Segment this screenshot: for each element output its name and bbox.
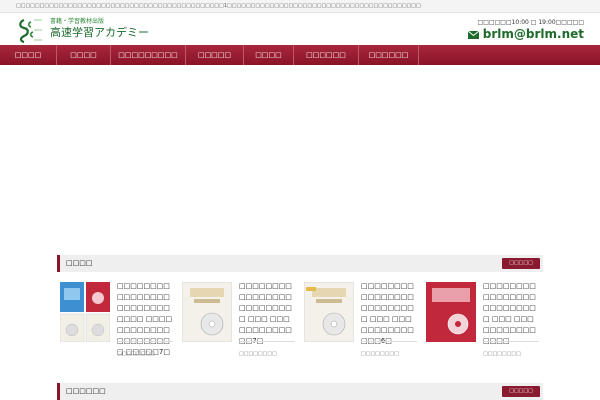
section-title: □□□□□□ bbox=[66, 387, 106, 395]
product-thumbnail[interactable] bbox=[304, 282, 354, 342]
product-date: □□□□□□□□ bbox=[361, 351, 399, 357]
email-link[interactable]: brlm@brlm.net bbox=[467, 27, 584, 42]
product-date: □□□□□□□□ bbox=[239, 351, 277, 357]
product-title[interactable]: □□□□□□□□□□□□□□□□□□□□□□□□□ □□□ □□□□□□□□□□… bbox=[483, 281, 539, 347]
divider bbox=[483, 341, 539, 342]
divider bbox=[361, 341, 417, 342]
nav-item-2[interactable]: □□□□ bbox=[57, 45, 111, 65]
product-title[interactable]: □□□□□□□□□□□□□□□□□□□□□□□□□ □□□ □□□□□□□□□□… bbox=[239, 281, 295, 347]
product-title[interactable]: □□□□□□□□□□□□□□□□□□□□□□□□□□□□ □□□□□□□□□□□… bbox=[117, 281, 173, 358]
contact-info: □□□□□□10:00 □ 19:00□□□□□ brlm@brlm.net bbox=[467, 18, 584, 42]
product-date: □□□□□□□□ bbox=[117, 351, 155, 357]
section-header: □□□□□□ □□□□□ bbox=[57, 383, 543, 400]
product-thumbnail[interactable] bbox=[182, 282, 232, 342]
section-title: □□□□ bbox=[66, 259, 93, 267]
brand-name[interactable]: 書籍・学習教材出版 高速学習アカデミー bbox=[50, 18, 149, 40]
nav-item-5[interactable]: □□□□ bbox=[244, 45, 294, 65]
more-button[interactable]: □□□□□ bbox=[502, 386, 540, 397]
email-address: brlm@brlm.net bbox=[482, 27, 584, 41]
brand-title: 高速学習アカデミー bbox=[50, 26, 149, 39]
top-notice-bar: □□□□□□□□□□□□□□□□□□□□□□□□□□□□□□□□□□□□□□□□… bbox=[0, 0, 600, 13]
nav-item-6[interactable]: □□□□□□ bbox=[294, 45, 359, 65]
nav-item-1[interactable]: □□□□ bbox=[0, 45, 57, 65]
envelope-icon bbox=[467, 30, 479, 39]
section-header: □□□□ □□□□□ bbox=[57, 255, 543, 272]
divider bbox=[239, 341, 295, 342]
product-card[interactable]: □□□□□□□□□□□□□□□□□□□□□□□□□ □□□ □□□□□□□□□□… bbox=[423, 279, 541, 369]
product-list: □□□□□□□□□□□□□□□□□□□□□□□□□□□□ □□□□□□□□□□□… bbox=[57, 279, 543, 369]
more-button[interactable]: □□□□□ bbox=[502, 258, 540, 269]
main-nav: □□□□ □□□□ □□□□□□□□□ □□□□□ □□□□ □□□□□□ □□… bbox=[0, 45, 600, 65]
new-products-section: □□□□ □□□□□ □□□□□□□□□□□□□□□□□□□□□□□□□□□□ … bbox=[57, 255, 543, 357]
site-header: 書籍・学習教材出版 高速学習アカデミー □□□□□□10:00 □ 19:00□… bbox=[0, 13, 600, 46]
product-card[interactable]: □□□□□□□□□□□□□□□□□□□□□□□□□ □□□ □□□□□□□□□□… bbox=[179, 279, 297, 369]
nav-item-7[interactable]: □□□□□□ bbox=[359, 45, 419, 65]
product-card[interactable]: □□□□□□□□□□□□□□□□□□□□□□□□□□□□ □□□□□□□□□□□… bbox=[57, 279, 175, 369]
product-card[interactable]: □□□□□□□□□□□□□□□□□□□□□□□□□ □□□ □□□□□□□□□□… bbox=[301, 279, 419, 369]
brand-logo-icon[interactable] bbox=[16, 16, 44, 44]
product-thumbnail[interactable] bbox=[426, 282, 476, 342]
business-hours: □□□□□□10:00 □ 19:00□□□□□ bbox=[477, 19, 584, 26]
product-thumbnail[interactable] bbox=[60, 282, 110, 342]
product-date: □□□□□□□□ bbox=[483, 351, 521, 357]
second-section: □□□□□□ □□□□□ bbox=[57, 383, 543, 400]
nav-item-3[interactable]: □□□□□□□□□ bbox=[111, 45, 186, 65]
divider bbox=[117, 341, 173, 342]
product-title[interactable]: □□□□□□□□□□□□□□□□□□□□□□□□□ □□□ □□□□□□□□□□… bbox=[361, 281, 417, 347]
nav-item-4[interactable]: □□□□□ bbox=[186, 45, 244, 65]
brand-subtitle: 書籍・学習教材出版 bbox=[50, 18, 105, 25]
